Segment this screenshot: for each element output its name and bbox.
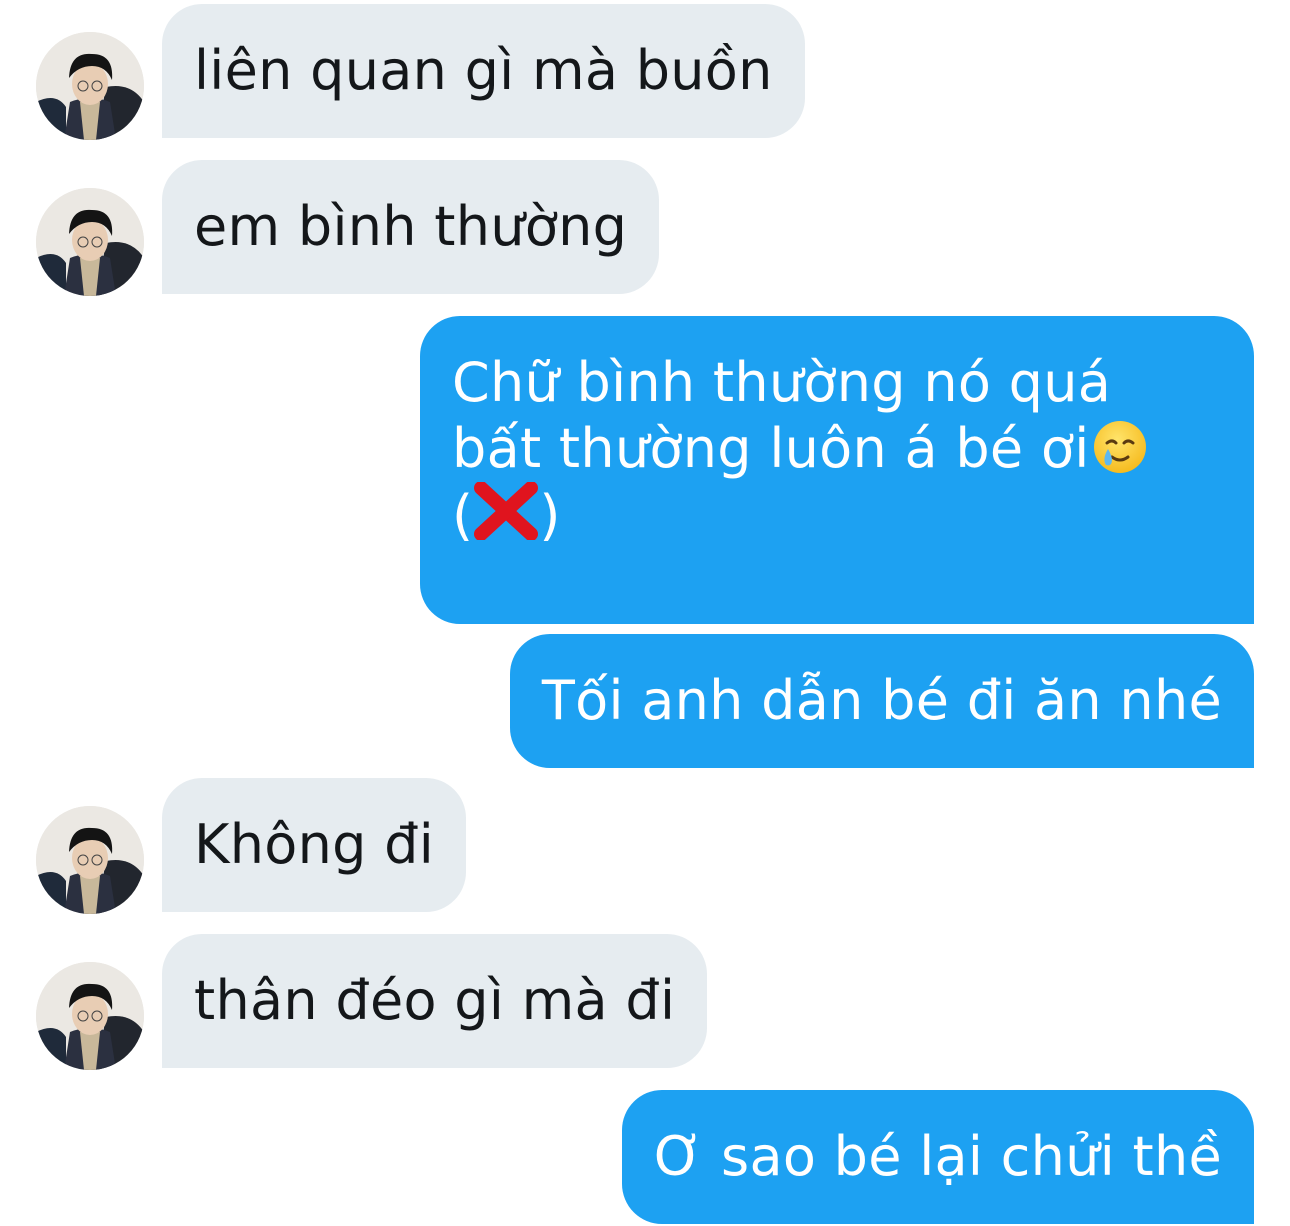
message-row: Ơ sao bé lại chửi thề [0, 1090, 1290, 1224]
message-row: thân đéo gì mà đi [0, 934, 1290, 1070]
message-bubble-outgoing[interactable]: Tối anh dẫn bé đi ăn nhé [509, 634, 1254, 768]
message-text: Không đi [194, 813, 435, 876]
message-text: Ơ sao bé lại chửi thề [653, 1125, 1222, 1188]
message-bubble-incoming[interactable]: thân đéo gì mà đi [162, 934, 708, 1068]
avatar-photo-icon [36, 806, 144, 914]
message-text-line: ( ) [452, 482, 561, 547]
message-row: liên quan gì mà buồn [0, 4, 1290, 140]
smiling-face-with-tear-icon [1093, 421, 1146, 473]
message-bubble-outgoing[interactable]: Ơ sao bé lại chửi thề [621, 1090, 1254, 1224]
message-row: Tối anh dẫn bé đi ăn nhé [0, 634, 1290, 768]
message-text: thân đéo gì mà đi [194, 969, 676, 1032]
message-text: liên quan gì mà buồn [194, 39, 773, 102]
avatar[interactable] [36, 32, 144, 140]
avatar-photo-icon [36, 962, 144, 1070]
message-bubble-outgoing[interactable]: Chữ bình thường nó quá bất thường luôn á… [420, 316, 1254, 624]
cross-mark-icon [474, 482, 539, 540]
message-text: Tối anh dẫn bé đi ăn nhé [541, 669, 1222, 732]
avatar[interactable] [36, 962, 144, 1070]
message-text-line: Chữ bình thường nó quá [452, 351, 1112, 414]
message-thread: liên quan gì mà buồn em bình thường Chữ … [0, 0, 1290, 1226]
message-bubble-incoming[interactable]: liên quan gì mà buồn [162, 4, 805, 138]
message-bubble-incoming[interactable]: em bình thường [162, 160, 660, 294]
avatar[interactable] [36, 188, 144, 296]
avatar[interactable] [36, 806, 144, 914]
message-row: em bình thường [0, 160, 1290, 296]
avatar-photo-icon [36, 188, 144, 296]
message-text-line: bất thường luôn á bé ơi [452, 416, 1222, 482]
message-bubble-incoming[interactable]: Không đi [162, 778, 467, 912]
message-text: em bình thường [194, 195, 628, 258]
avatar-photo-icon [36, 32, 144, 140]
message-row: Chữ bình thường nó quá bất thường luôn á… [0, 316, 1290, 624]
message-row: Không đi [0, 778, 1290, 914]
